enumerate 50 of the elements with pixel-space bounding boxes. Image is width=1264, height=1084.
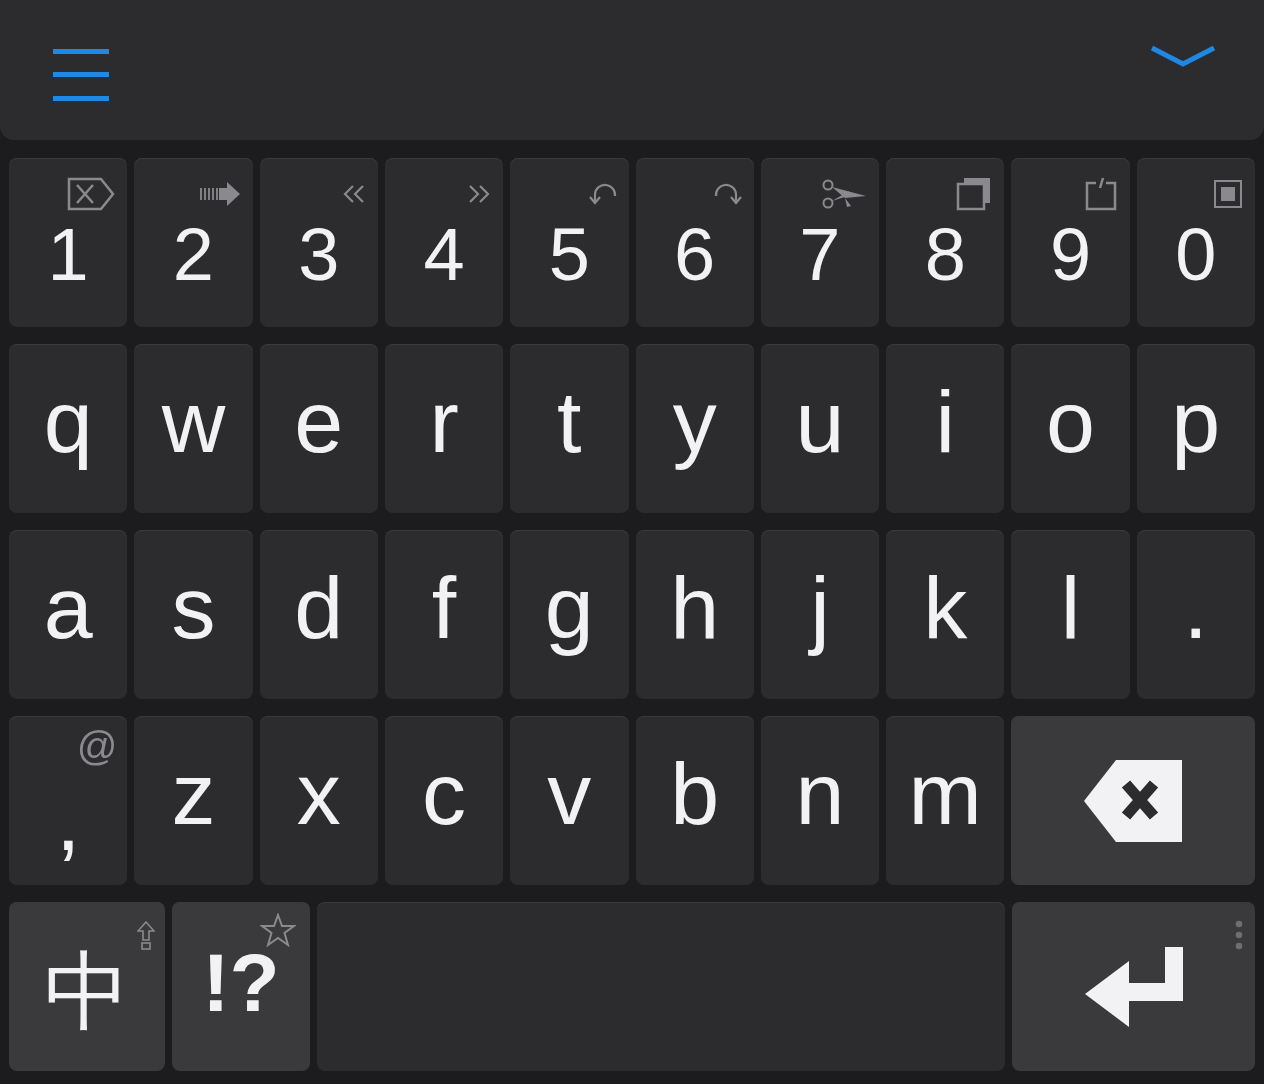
key[interactable]: s <box>134 530 253 699</box>
key[interactable]: q <box>9 344 128 513</box>
key[interactable]: i <box>886 344 1005 513</box>
key[interactable]: b <box>635 716 754 885</box>
symbols-key[interactable]: !? <box>172 902 310 1071</box>
key[interactable]: 4 <box>384 158 504 327</box>
key[interactable]: t <box>510 344 629 513</box>
key[interactable]: y <box>635 344 754 513</box>
key[interactable]: a <box>9 530 128 699</box>
key[interactable]: c <box>384 716 504 885</box>
key[interactable]: g <box>510 530 629 699</box>
key[interactable]: j <box>760 530 880 699</box>
enter-key[interactable] <box>1012 902 1255 1071</box>
key[interactable]: u <box>760 344 880 513</box>
key[interactable]: p <box>1136 344 1255 513</box>
key[interactable]: v <box>510 716 629 885</box>
backspace-key[interactable] <box>1011 716 1255 885</box>
enter-arrow-icon <box>1084 946 1183 1027</box>
menu-icon[interactable] <box>53 47 109 103</box>
key[interactable]: o <box>1011 344 1130 513</box>
key[interactable]: 1 <box>9 158 128 327</box>
collapse-chevron-icon[interactable] <box>1150 44 1216 68</box>
shift-arrow-icon <box>137 920 155 952</box>
language-key[interactable]: 中 <box>9 902 165 1071</box>
key[interactable]: m <box>886 716 1005 885</box>
key[interactable]: 6 <box>635 158 754 327</box>
key[interactable]: 5 <box>510 158 629 327</box>
key[interactable]: n <box>760 716 880 885</box>
key[interactable]: 0 <box>1136 158 1255 327</box>
key[interactable]: 8 <box>886 158 1005 327</box>
key[interactable]: 3 <box>259 158 378 327</box>
key[interactable]: e <box>259 344 378 513</box>
key[interactable]: d <box>259 530 378 699</box>
key[interactable]: x <box>259 716 378 885</box>
key[interactable]: l <box>1011 530 1130 699</box>
backspace-icon <box>1084 759 1183 842</box>
key[interactable]: @ , <box>9 716 128 885</box>
key[interactable]: 2 <box>134 158 253 327</box>
key[interactable]: . <box>1136 530 1255 699</box>
key[interactable]: z <box>134 716 253 885</box>
key[interactable]: 9 <box>1011 158 1130 327</box>
key[interactable]: f <box>384 530 504 699</box>
key[interactable]: r <box>384 344 504 513</box>
key[interactable]: k <box>886 530 1005 699</box>
star-icon <box>260 912 296 948</box>
key[interactable]: 7 <box>760 158 880 327</box>
key[interactable]: w <box>134 344 253 513</box>
key-hint: @ <box>76 726 118 766</box>
key[interactable]: h <box>635 530 754 699</box>
more-dots-icon <box>1235 920 1243 950</box>
